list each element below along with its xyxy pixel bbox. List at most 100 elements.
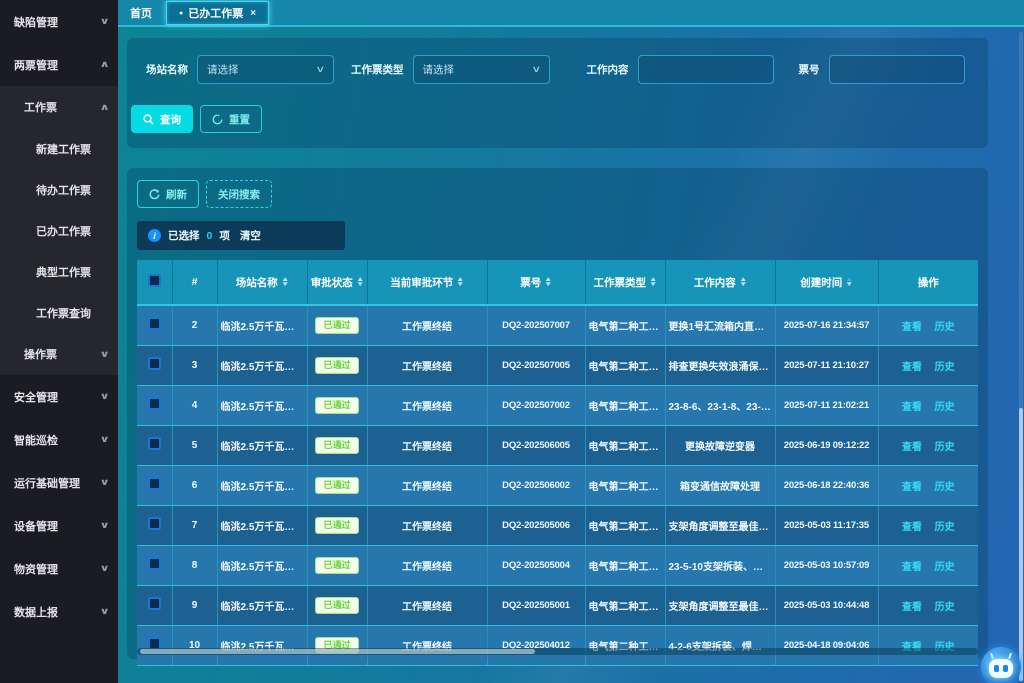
sidebar-item-label: 已办工作票 <box>36 223 91 239</box>
column-header-label: 当前审批环节 <box>390 277 453 289</box>
chevron-icon: ∨ <box>99 520 109 531</box>
row-checkbox[interactable] <box>148 557 161 570</box>
sidebar-item[interactable]: 两票管理 ∧ <box>0 43 118 86</box>
history-link[interactable]: 历史 <box>935 322 955 333</box>
sidebar-item[interactable]: 工作票查询 <box>0 292 118 333</box>
row-select-cell <box>137 305 172 345</box>
sidebar-item[interactable]: 已办工作票 <box>0 210 118 251</box>
column-header[interactable]: 工作内容▲▼ <box>665 260 775 305</box>
approval-status-cell: 已通过 <box>307 545 367 585</box>
sort-icon[interactable]: ▲▼ <box>650 278 656 287</box>
history-link[interactable]: 历史 <box>935 362 955 373</box>
history-link[interactable]: 历史 <box>935 602 955 613</box>
column-header[interactable]: 当前审批环节 ▲▼ <box>367 260 487 305</box>
row-select-cell <box>137 545 172 585</box>
view-link[interactable]: 查看 <box>902 602 922 613</box>
chevron-icon: ∨ <box>99 391 109 402</box>
table-row: 6 临洮2.5万千瓦光伏电... 已通过 工作票终结 DQ2-202506002… <box>137 465 978 505</box>
created-time-cell: 2025-05-03 11:17:35 <box>775 505 878 545</box>
approval-status-cell: 已通过 <box>307 345 367 385</box>
vertical-scrollbar-thumb[interactable] <box>1019 408 1023 681</box>
sidebar-item[interactable]: 数据上报 ∨ <box>0 590 118 633</box>
column-header[interactable]: 工作票类型▲▼ <box>585 260 665 305</box>
view-link[interactable]: 查看 <box>902 562 922 573</box>
selection-prefix: 已选择 <box>168 228 200 243</box>
sidebar-item[interactable]: 新建工作票 <box>0 128 118 169</box>
column-header[interactable]: 创建时间▲▼ <box>775 260 878 305</box>
row-checkbox[interactable] <box>148 397 161 410</box>
actions-cell: 查看 历史 <box>878 505 978 545</box>
ticket-no-label: 票号 <box>799 62 820 77</box>
chevron-icon: ∨ <box>99 434 109 445</box>
close-search-button[interactable]: 关闭搜索 <box>206 180 272 208</box>
view-link[interactable]: 查看 <box>902 322 922 333</box>
view-link[interactable]: 查看 <box>902 442 922 453</box>
column-header[interactable]: 审批状态▲▼ <box>307 260 367 305</box>
search-fields: 场站名称 请选择 ∨ 工作票类型 请选择 ∨ 工作内容 票号 <box>127 55 988 84</box>
column-header[interactable]: 票号▲▼ <box>487 260 585 305</box>
sidebar-item[interactable]: 安全管理 ∨ <box>0 375 118 418</box>
sort-icon[interactable]: ▲▼ <box>846 278 852 287</box>
sidebar-item[interactable]: 操作票 ∨ <box>0 333 118 375</box>
history-link[interactable]: 历史 <box>935 402 955 413</box>
reset-button[interactable]: 重置 <box>200 105 262 133</box>
row-checkbox[interactable] <box>148 437 161 450</box>
horizontal-scrollbar-thumb[interactable] <box>140 649 535 654</box>
clear-selection-button[interactable]: 清空 <box>240 228 261 243</box>
sort-icon[interactable]: ▲▼ <box>545 278 551 287</box>
row-checkbox[interactable] <box>148 317 161 330</box>
ticket-type-select[interactable]: 请选择 ∨ <box>413 55 550 84</box>
work-content-input[interactable] <box>638 55 774 84</box>
sidebar-item[interactable]: 智能巡检 ∨ <box>0 418 118 461</box>
column-header[interactable]: 操作▲▼ <box>878 260 978 305</box>
reset-refresh-icon <box>212 114 223 125</box>
selection-bar: i 已选择 0 项 清空 <box>137 221 345 250</box>
history-link[interactable]: 历史 <box>935 482 955 493</box>
work-content-cell: 支架角度调整至最佳角度 <box>665 505 775 545</box>
view-link[interactable]: 查看 <box>902 482 922 493</box>
sort-icon[interactable]: ▲▼ <box>282 278 288 287</box>
robot-assistant-button[interactable] <box>981 647 1021 683</box>
tab[interactable]: ● 首页 × <box>118 0 164 25</box>
tab[interactable]: ● 已办工作票 × <box>166 1 269 25</box>
sidebar-item[interactable]: 物资管理 ∨ <box>0 547 118 590</box>
history-link[interactable]: 历史 <box>935 522 955 533</box>
station-name-select[interactable]: 请选择 ∨ <box>197 55 334 84</box>
sidebar-item[interactable]: 典型工作票 <box>0 251 118 292</box>
history-link[interactable]: 历史 <box>935 562 955 573</box>
sort-icon[interactable]: ▲▼ <box>740 278 746 287</box>
view-link[interactable]: 查看 <box>902 402 922 413</box>
row-checkbox[interactable] <box>148 477 161 490</box>
sidebar-item[interactable]: 工作票 ∧ <box>0 86 118 128</box>
ticket-type-cell: 电气第二种工作票 <box>585 465 665 505</box>
query-button[interactable]: 查询 <box>131 105 193 133</box>
ticket-no-cell: DQ2-202507005 <box>487 345 585 385</box>
horizontal-scrollbar[interactable] <box>137 648 978 655</box>
sort-icon[interactable]: ▲▼ <box>357 278 363 287</box>
sort-icon[interactable]: ▲▼ <box>457 278 463 287</box>
view-link[interactable]: 查看 <box>902 362 922 373</box>
row-checkbox[interactable] <box>148 597 161 610</box>
column-header[interactable]: #▲▼ <box>172 260 217 305</box>
row-checkbox[interactable] <box>148 517 161 530</box>
search-panel: 场站名称 请选择 ∨ 工作票类型 请选择 ∨ 工作内容 票号 <box>127 38 988 148</box>
station-name-cell: 临洮2.5万千瓦光伏电... <box>217 425 307 465</box>
work-content-cell: 23-5-10支架拆装、焊接... <box>665 545 775 585</box>
sidebar-item[interactable]: 运行基础管理 ∨ <box>0 461 118 504</box>
sidebar-item[interactable]: 待办工作票 <box>0 169 118 210</box>
column-header[interactable]: 场站名称▲▼ <box>217 260 307 305</box>
history-link[interactable]: 历史 <box>935 442 955 453</box>
refresh-button[interactable]: 刷新 <box>137 180 199 208</box>
sidebar-item[interactable]: 设备管理 ∨ <box>0 504 118 547</box>
ticket-no-input[interactable] <box>829 55 965 84</box>
row-checkbox[interactable] <box>148 357 161 370</box>
sidebar-item[interactable]: 缺陷管理 ∨ <box>0 0 118 43</box>
close-icon[interactable]: × <box>250 8 256 19</box>
ticket-no-cell: DQ2-202504012 <box>487 625 585 665</box>
view-link[interactable]: 查看 <box>902 522 922 533</box>
select-all-checkbox[interactable] <box>148 274 161 287</box>
vertical-scrollbar[interactable] <box>1019 32 1023 681</box>
status-badge: 已通过 <box>315 317 358 334</box>
work-content-cell: 更换1号汇流箱内直流断... <box>665 305 775 345</box>
select-value: 请选择 <box>423 62 455 77</box>
